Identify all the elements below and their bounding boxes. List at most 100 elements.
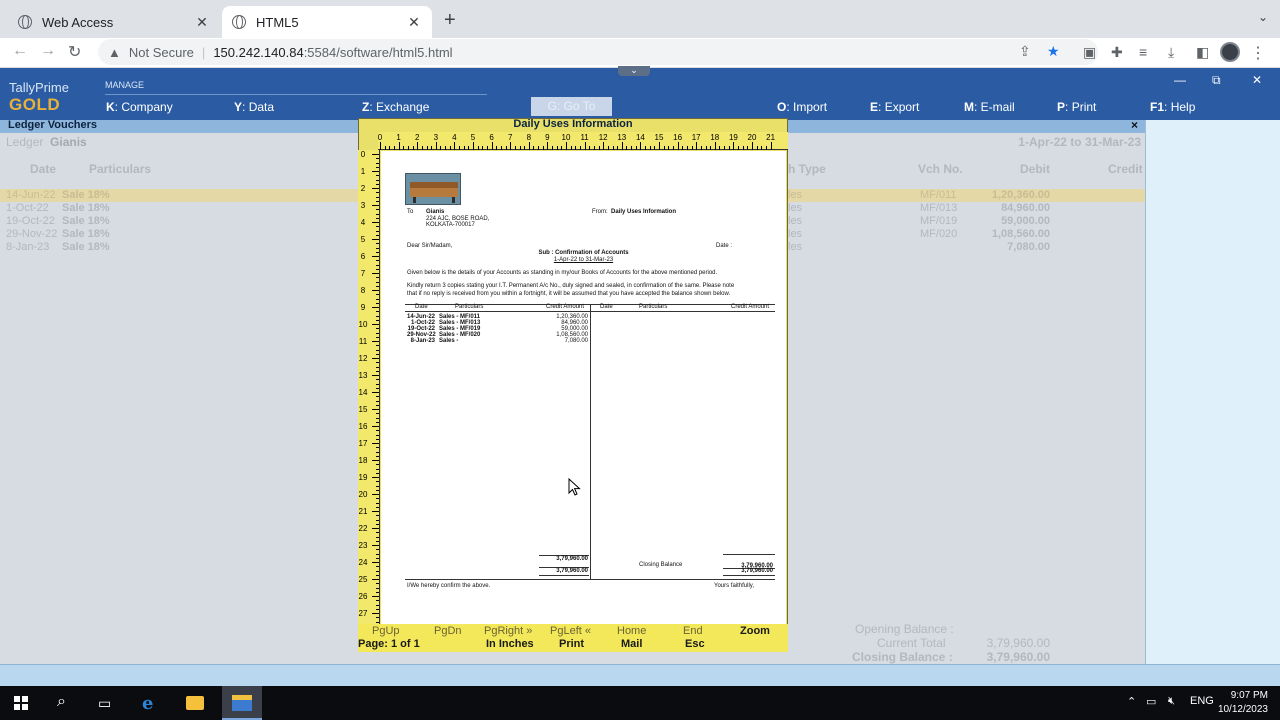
share-icon[interactable]: ⇪ xyxy=(1019,43,1031,60)
ruler-tick xyxy=(372,596,379,597)
home-button[interactable]: Home xyxy=(617,625,646,637)
back-icon[interactable]: ← xyxy=(12,42,28,60)
windows-start-icon[interactable] xyxy=(14,696,28,710)
reload-icon[interactable]: ↻ xyxy=(68,42,81,62)
ruler-tick xyxy=(682,146,684,150)
speaker-muted-icon[interactable]: 🔇︎ xyxy=(1168,695,1175,708)
ruler-tick xyxy=(372,171,379,172)
forward-icon[interactable]: → xyxy=(40,42,56,60)
ruler-tick xyxy=(376,268,379,270)
ruler-tick xyxy=(645,146,647,150)
menu-export[interactable]: E: Export xyxy=(870,100,919,114)
chevron-up-icon[interactable]: ⌃ xyxy=(1127,695,1136,708)
chevron-down-icon[interactable]: ⌄ xyxy=(618,66,650,76)
restore-icon[interactable]: ⧉ xyxy=(1212,73,1221,88)
row-particulars: Sale 18% xyxy=(62,202,110,214)
menu-company[interactable]: K: Company xyxy=(106,100,173,114)
ruler-tick xyxy=(376,566,379,568)
pgup-button[interactable]: PgUp xyxy=(372,625,400,637)
row-vch-type: les xyxy=(788,215,803,227)
row-date: 19-Oct-22 xyxy=(6,215,55,227)
close-icon[interactable]: ✕ xyxy=(406,14,422,31)
menu-help[interactable]: F1: Help xyxy=(1150,100,1195,114)
ruler-tick xyxy=(579,146,581,150)
minimize-icon[interactable]: — xyxy=(1174,73,1186,87)
ruler-tick xyxy=(376,472,379,474)
col-debit: Debit xyxy=(1020,162,1050,176)
ruler-tick xyxy=(376,383,379,385)
ruler-tick xyxy=(519,146,521,150)
ruler-tick xyxy=(376,332,379,334)
to-label: To xyxy=(407,209,414,215)
pgdn-button[interactable]: PgDn xyxy=(434,625,462,637)
download-icon[interactable]: ⤓ xyxy=(1168,44,1174,61)
ruler-tick xyxy=(384,146,386,150)
menu-kebab-icon[interactable]: ⋮ xyxy=(1250,43,1266,63)
preview-footer: PgUp PgDn PgRight » PgLeft « Home End Zo… xyxy=(358,624,788,652)
menu-exchange[interactable]: Z: Exchange xyxy=(362,100,429,114)
address-bar[interactable]: ▲ Not Secure | 150.242.140.84:5584/softw… xyxy=(98,39,1098,65)
menu-email[interactable]: M: E-mail xyxy=(964,100,1015,114)
ruler-tick xyxy=(376,196,379,198)
screenshot-icon[interactable]: ▣ xyxy=(1083,44,1096,61)
close-icon[interactable]: × xyxy=(1131,118,1138,132)
ruler-label: 25 xyxy=(358,575,368,584)
ruler-label: 11 xyxy=(580,133,589,142)
task-view-icon[interactable]: ▭ xyxy=(98,695,111,712)
tab-html5[interactable]: HTML5 ✕ xyxy=(222,6,432,38)
pgleft-button[interactable]: PgLeft « xyxy=(550,625,591,637)
menu-go-to[interactable]: G: Go To xyxy=(531,97,612,116)
row-particulars: Sale 18% xyxy=(62,189,110,201)
tally-taskbar-icon[interactable] xyxy=(222,686,262,720)
menu-data[interactable]: Y: Data xyxy=(234,100,274,114)
ruler-tick xyxy=(770,142,772,150)
pgright-button[interactable]: PgRight » xyxy=(484,625,532,637)
profile-avatar[interactable] xyxy=(1220,42,1240,62)
media-icon[interactable]: ≡ xyxy=(1139,44,1147,60)
tab-web-access[interactable]: Web Access ✕ xyxy=(8,6,220,38)
col-credit-amount-2: Credit Amount xyxy=(731,304,770,310)
chevron-down-icon[interactable]: ⌄ xyxy=(1258,10,1268,24)
date-label: Date : xyxy=(716,243,733,249)
ruler-tick xyxy=(372,307,379,308)
ruler-tick xyxy=(412,146,414,150)
menu-print[interactable]: P: Print xyxy=(1057,100,1096,114)
language-indicator[interactable]: ENG xyxy=(1190,695,1214,707)
network-icon[interactable]: ▭ xyxy=(1146,695,1156,708)
ruler-tick xyxy=(376,617,379,619)
esc-button[interactable]: Esc xyxy=(685,638,705,650)
mail-button[interactable]: Mail xyxy=(621,638,642,650)
ruler-tick xyxy=(372,392,379,393)
bookmark-star-icon[interactable]: ★ xyxy=(1047,43,1060,60)
menu-import[interactable]: O: Import xyxy=(777,100,827,114)
in-inches-button[interactable]: In Inches xyxy=(486,638,534,650)
ruler-label: 20 xyxy=(747,133,757,142)
ruler-label: 10 xyxy=(358,320,368,329)
ruler-tick xyxy=(603,142,605,150)
close-icon[interactable]: ✕ xyxy=(1252,73,1262,87)
ruler-tick xyxy=(663,146,665,150)
file-explorer-icon[interactable] xyxy=(186,696,204,710)
ruler-tick xyxy=(376,591,379,593)
ruler-tick xyxy=(376,251,379,253)
new-tab-button[interactable]: + xyxy=(444,9,456,32)
ruler-tick xyxy=(376,451,379,453)
system-clock[interactable]: 9:07 PM 10/12/2023 xyxy=(1218,689,1268,717)
print-button[interactable]: Print xyxy=(559,638,584,650)
close-icon[interactable]: ✕ xyxy=(194,14,210,31)
end-button[interactable]: End xyxy=(683,625,703,637)
col-credit-amount: Credit Amount xyxy=(546,304,585,310)
ruler-label: 15 xyxy=(358,405,368,414)
to-address-2: KOLKATA-700017 xyxy=(426,222,475,228)
ruler-tick xyxy=(407,146,409,150)
row-date: 8-Jan-23 xyxy=(410,338,435,344)
zoom-button[interactable]: Zoom xyxy=(740,625,770,637)
internet-explorer-icon[interactable]: e xyxy=(142,693,153,714)
side-panel-icon[interactable]: ◧ xyxy=(1196,44,1209,61)
col-vch-type: h Type xyxy=(788,162,826,176)
ruler-label: 11 xyxy=(358,337,368,346)
extensions-icon[interactable]: ✚ xyxy=(1111,44,1123,61)
warning-icon[interactable]: ▲ xyxy=(108,45,121,60)
security-label[interactable]: Not Secure xyxy=(129,45,194,60)
search-icon[interactable]: ⌕ xyxy=(57,693,66,711)
